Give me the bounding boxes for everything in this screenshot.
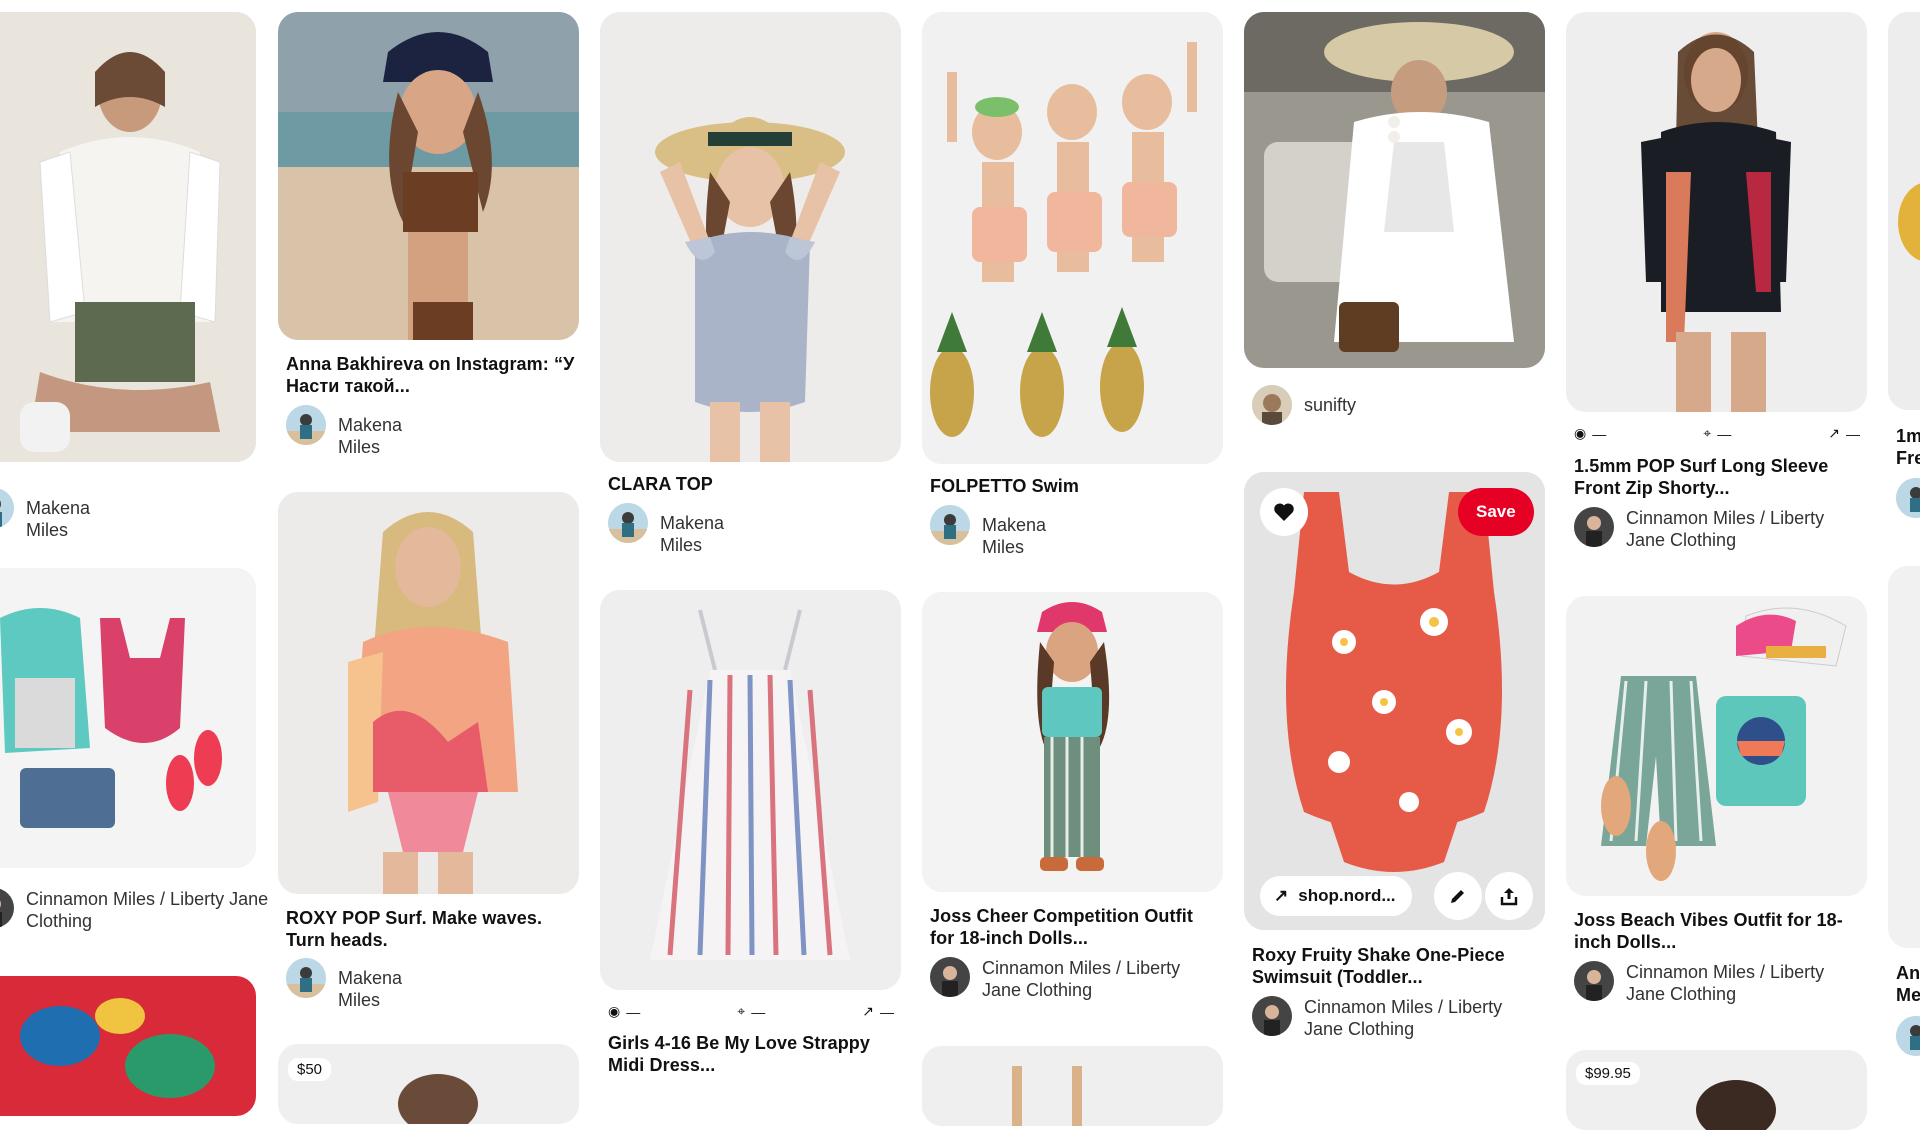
avatar (930, 505, 970, 545)
creator-name: Makena Miles (338, 968, 403, 1010)
clicks-value: — (880, 1003, 894, 1020)
pin-image[interactable] (1888, 566, 1920, 948)
pin-icon: ⌖ (737, 1003, 746, 1019)
pin-creator[interactable]: Cinnamon Miles / Liberty Jane Clothing (930, 957, 1222, 1001)
creator-name: Makena Miles (26, 498, 91, 540)
pin-title[interactable]: CLARA TOP (608, 473, 898, 495)
pin-image[interactable] (1888, 12, 1920, 410)
pin-image[interactable] (1566, 596, 1867, 896)
creator-name: Cinnamon Miles / Liberty Jane Clothing (1626, 508, 1825, 550)
avatar (608, 503, 648, 543)
pin-title[interactable]: 1m Fre (1896, 425, 1920, 469)
avatar (1252, 996, 1292, 1036)
arrow-up-right-icon: ↗ (1274, 886, 1289, 905)
saves-value: — (1717, 425, 1732, 442)
pin-image[interactable] (0, 12, 256, 462)
creator-name: sunifty (1304, 395, 1357, 415)
clicks-stat: ↗ — (1828, 425, 1860, 442)
avatar (286, 958, 326, 998)
heart-button[interactable] (1260, 488, 1308, 536)
creator-name: Makena Miles (338, 415, 403, 457)
pin-stats: ◉ — ⌖ — ↗ — (1574, 425, 1860, 442)
creator-name: Makena Miles (982, 515, 1047, 557)
pin-image[interactable] (278, 12, 579, 340)
share-button[interactable] (1485, 872, 1533, 920)
heart-icon (1274, 503, 1294, 521)
pin-creator[interactable]: Cinnamon Miles / Liberty Jane Clothing (1252, 996, 1544, 1040)
avatar (1896, 1016, 1920, 1056)
pin-creator[interactable]: Makena Miles (286, 958, 402, 1011)
pin-creator[interactable]: Makena Miles (286, 405, 402, 458)
arrow-up-right-icon: ↗ (862, 1003, 874, 1019)
pin-creator[interactable]: Cinnamon Miles / Liberty Jane Clothing (1574, 507, 1866, 551)
avatar (286, 405, 326, 445)
pin-image[interactable] (278, 492, 579, 894)
pin-image[interactable] (922, 592, 1223, 892)
pin-title[interactable]: Joss Cheer Competition Outfit for 18-inc… (930, 905, 1220, 949)
save-button[interactable]: Save (1458, 488, 1534, 536)
pin-title[interactable]: Girls 4-16 Be My Love Strappy Midi Dress… (608, 1032, 898, 1076)
pin-stats: ◉ — ⌖ — ↗ — (608, 1003, 894, 1020)
pin-image[interactable] (600, 590, 901, 990)
views-value: — (626, 1003, 641, 1020)
avatar (1574, 507, 1614, 547)
eye-icon: ◉ (1574, 425, 1587, 441)
avatar (0, 488, 14, 528)
creator-name: Cinnamon Miles / Liberty Jane Clothing (982, 958, 1181, 1000)
creator-name: Cinnamon Miles / Liberty Jane Clothing (1626, 962, 1825, 1004)
views-stat: ◉ — (1574, 425, 1606, 442)
pin-creator[interactable]: Makena Miles (0, 488, 90, 541)
pin-title[interactable]: Joss Beach Vibes Outfit for 18-inch Doll… (1574, 909, 1864, 953)
pin-title[interactable]: An Me (1896, 962, 1920, 1006)
price-badge: $99.95 (1576, 1062, 1640, 1085)
clicks-stat: ↗ — (862, 1003, 894, 1020)
source-link-text: shop.nord... (1298, 886, 1396, 905)
pin-image[interactable] (1244, 12, 1545, 368)
pin-title[interactable]: Anna Bakhireva on Instagram: “У Насти та… (286, 353, 576, 397)
pin-creator[interactable]: Makena Miles (930, 505, 1046, 558)
avatar (930, 957, 970, 997)
pin-creator[interactable]: Cinnamon Miles / Liberty Jane Clothing (0, 888, 276, 932)
saves-value: — (751, 1003, 766, 1020)
pin-image[interactable] (1244, 472, 1545, 930)
views-stat: ◉ — (608, 1003, 640, 1020)
creator-name: Makena Miles (660, 513, 725, 555)
source-link-button[interactable]: ↗ shop.nord... (1260, 876, 1412, 916)
avatar (1252, 385, 1292, 425)
saves-stat: ⌖ — (1703, 425, 1731, 442)
pin-creator[interactable]: Cinnamon Miles / Liberty Jane Clothing (1574, 961, 1866, 1005)
pin-title[interactable]: Roxy Fruity Shake One-Piece Swimsuit (To… (1252, 944, 1542, 988)
pin-image[interactable] (600, 12, 901, 462)
creator-name: Cinnamon Miles / Liberty Jane Clothing (26, 889, 269, 931)
share-icon (1500, 888, 1518, 906)
pin-image[interactable] (0, 568, 256, 868)
pin-image[interactable] (1566, 12, 1867, 412)
saves-stat: ⌖ — (737, 1003, 765, 1020)
eye-icon: ◉ (608, 1003, 621, 1019)
creator-name: Cinnamon Miles / Liberty Jane Clothing (1304, 997, 1503, 1039)
pin-image[interactable] (922, 1046, 1223, 1126)
pin-creator[interactable]: sunifty (1252, 385, 1356, 425)
pencil-icon (1451, 890, 1464, 903)
pin-title[interactable]: ROXY POP Surf. Make waves. Turn heads. (286, 907, 576, 951)
views-value: — (1592, 425, 1607, 442)
clicks-value: — (1846, 425, 1860, 442)
pin-title[interactable]: FOLPETTO Swim (930, 475, 1220, 497)
price-badge: $50 (288, 1058, 332, 1081)
pin-image[interactable] (0, 976, 256, 1116)
avatar (1896, 478, 1920, 518)
pin-title[interactable]: 1.5mm POP Surf Long Sleeve Front Zip Sho… (1574, 455, 1864, 499)
avatar (1574, 961, 1614, 1001)
edit-button[interactable] (1434, 872, 1482, 920)
pin-image[interactable] (278, 1044, 579, 1124)
pin-image[interactable] (922, 12, 1223, 464)
avatar (0, 888, 14, 928)
arrow-up-right-icon: ↗ (1828, 425, 1840, 441)
pin-creator[interactable]: Makena Miles (608, 503, 724, 556)
pin-icon: ⌖ (1703, 425, 1712, 441)
